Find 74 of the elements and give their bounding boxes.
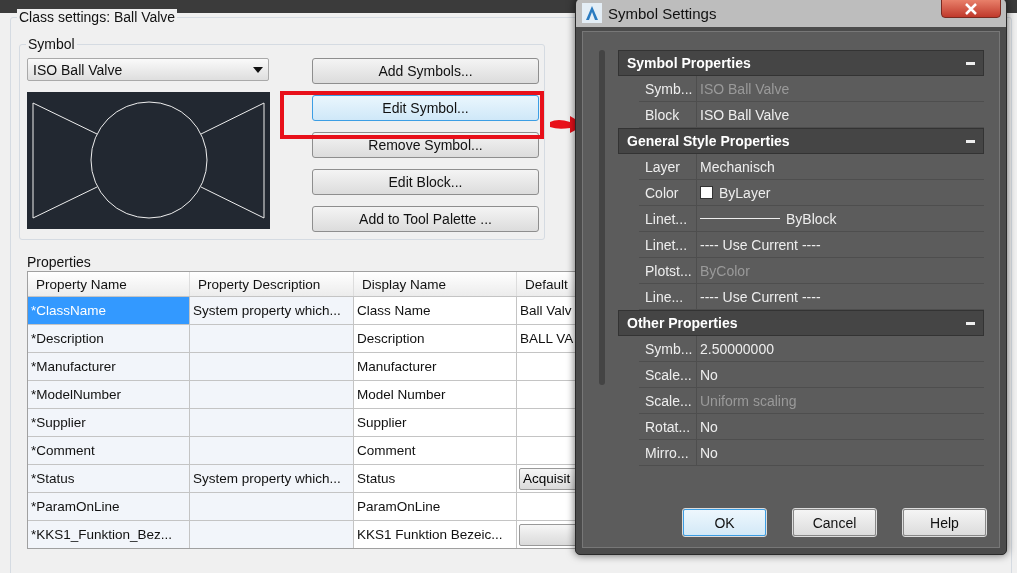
app-icon xyxy=(582,3,602,23)
table-cell[interactable]: *Supplier xyxy=(28,408,190,436)
property-label: Color xyxy=(639,180,697,205)
table-cell: Model Number xyxy=(354,380,517,408)
property-label: Linet... xyxy=(639,232,697,257)
symbol-action-button[interactable]: Edit Symbol... xyxy=(312,95,539,121)
property-value[interactable]: 2.50000000 xyxy=(700,340,774,357)
table-cell: Manufacturer xyxy=(354,352,517,380)
table-cell-text: BALL VA xyxy=(520,331,574,346)
dialog-button[interactable]: Cancel xyxy=(793,509,876,536)
property-label: Symb... xyxy=(639,336,697,361)
table-cell: Status xyxy=(354,464,517,492)
symbol-action-button[interactable]: Edit Block... xyxy=(312,169,539,195)
property-label: Scale... xyxy=(639,388,697,413)
close-button[interactable] xyxy=(941,0,1001,18)
symbol-action-button[interactable]: Add Symbols... xyxy=(312,58,539,84)
property-value[interactable]: No xyxy=(700,444,718,461)
table-cell[interactable]: *Status xyxy=(28,464,190,492)
table-cell-text: Ball Valv xyxy=(520,303,572,318)
collapse-icon[interactable] xyxy=(966,61,975,65)
table-cell: Description xyxy=(354,324,517,352)
section-title: Other Properties xyxy=(627,315,738,331)
property-label: Symb... xyxy=(639,76,697,101)
property-label: Block xyxy=(639,102,697,127)
table-cell: Class Name xyxy=(354,296,517,324)
table-cell[interactable]: *Manufacturer xyxy=(28,352,190,380)
symbol-action-button[interactable]: Add to Tool Palette ... xyxy=(312,206,539,232)
dialog-title: Symbol Settings xyxy=(608,4,717,22)
scrollbar[interactable] xyxy=(599,50,605,385)
line-sample-icon xyxy=(700,218,780,219)
property-label: Plotst... xyxy=(639,258,697,283)
table-cell: Comment xyxy=(354,436,517,464)
property-label: Rotat... xyxy=(639,414,697,439)
table-cell[interactable]: *Description xyxy=(28,324,190,352)
column-header[interactable]: Display Name xyxy=(354,272,517,296)
group-title: Symbol xyxy=(26,36,77,52)
section-header[interactable]: General Style Properties xyxy=(618,128,984,154)
property-value[interactable]: No xyxy=(700,366,718,383)
property-value[interactable]: ByLayer xyxy=(719,184,771,201)
collapse-icon[interactable] xyxy=(966,321,975,325)
table-cell: System property which... xyxy=(190,464,354,492)
group-title: Class settings: Ball Valve xyxy=(17,9,178,25)
caret-icon xyxy=(253,66,263,73)
section-title: General Style Properties xyxy=(627,133,790,149)
group-title: Properties xyxy=(27,254,92,270)
section-header[interactable]: Symbol Properties xyxy=(618,50,984,76)
property-label: Mirro... xyxy=(639,440,697,465)
symbol-dropdown[interactable]: ISO Ball Valve xyxy=(27,58,269,81)
property-value[interactable]: Mechanisch xyxy=(700,158,775,175)
collapse-icon[interactable] xyxy=(966,139,975,143)
column-header[interactable]: Property Description xyxy=(190,272,354,296)
property-value[interactable]: No xyxy=(700,418,718,435)
section-header[interactable]: Other Properties xyxy=(618,310,984,336)
column-header[interactable]: Property Name xyxy=(28,272,190,296)
table-cell: Supplier xyxy=(354,408,517,436)
table-cell[interactable]: *ParamOnLine xyxy=(28,492,190,520)
table-cell: KKS1 Funktion Bezeic... xyxy=(354,520,517,548)
property-label: Layer xyxy=(639,154,697,179)
table-cell[interactable]: *KKS1_Funktion_Bez... xyxy=(28,520,190,548)
section-title: Symbol Properties xyxy=(627,55,751,71)
dialog-button[interactable]: Help xyxy=(903,509,986,536)
property-label: Line... xyxy=(639,284,697,309)
table-cell: ParamOnLine xyxy=(354,492,517,520)
property-value[interactable]: ISO Ball Valve xyxy=(700,106,790,123)
table-cell[interactable]: *ModelNumber xyxy=(28,380,190,408)
dialog-button[interactable]: OK xyxy=(683,509,766,536)
property-value[interactable]: ByBlock xyxy=(786,210,837,227)
property-label: Scale... xyxy=(639,362,697,387)
property-value[interactable]: ---- Use Current ---- xyxy=(700,288,821,305)
table-cell[interactable]: *Comment xyxy=(28,436,190,464)
close-icon xyxy=(964,2,978,15)
property-label: Linet... xyxy=(639,206,697,231)
table-cell: System property which... xyxy=(190,296,354,324)
property-value[interactable]: ---- Use Current ---- xyxy=(700,236,821,253)
